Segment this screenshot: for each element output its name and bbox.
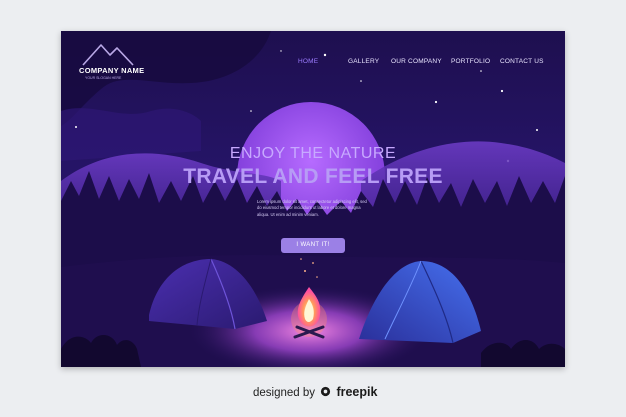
company-tagline: YOUR SLOGAN HERE xyxy=(85,76,122,80)
nav-our-company[interactable]: OUR COMPANY xyxy=(391,58,442,65)
hero-headline: TRAVEL AND FEEL FREE xyxy=(183,165,443,188)
mountain-logo-icon[interactable] xyxy=(77,39,149,69)
nav-home[interactable]: HOME xyxy=(298,58,318,65)
credit-prefix: designed by xyxy=(253,387,316,399)
main-nav: HOME GALLERY OUR COMPANY PORTFOLIO CONTA… xyxy=(291,58,561,68)
landing-page: COMPANY NAME YOUR SLOGAN HERE HOME GALLE… xyxy=(61,31,565,367)
nav-gallery[interactable]: GALLERY xyxy=(348,58,379,65)
nav-portfolio[interactable]: PORTFOLIO xyxy=(451,58,490,65)
company-name: COMPANY NAME xyxy=(79,66,145,75)
hero-kicker: ENJOY THE NATURE xyxy=(229,145,397,162)
nav-contact-us[interactable]: CONTACT US xyxy=(500,58,544,65)
designer-credit[interactable]: designed by freepik xyxy=(253,385,377,399)
hero-body-text: Lorem ipsum dolor sit amet, consectetur … xyxy=(257,199,367,217)
i-want-it-button[interactable]: I WANT IT! xyxy=(281,238,345,253)
freepik-logo-icon xyxy=(321,386,331,397)
credit-brand: freepik xyxy=(336,385,378,399)
